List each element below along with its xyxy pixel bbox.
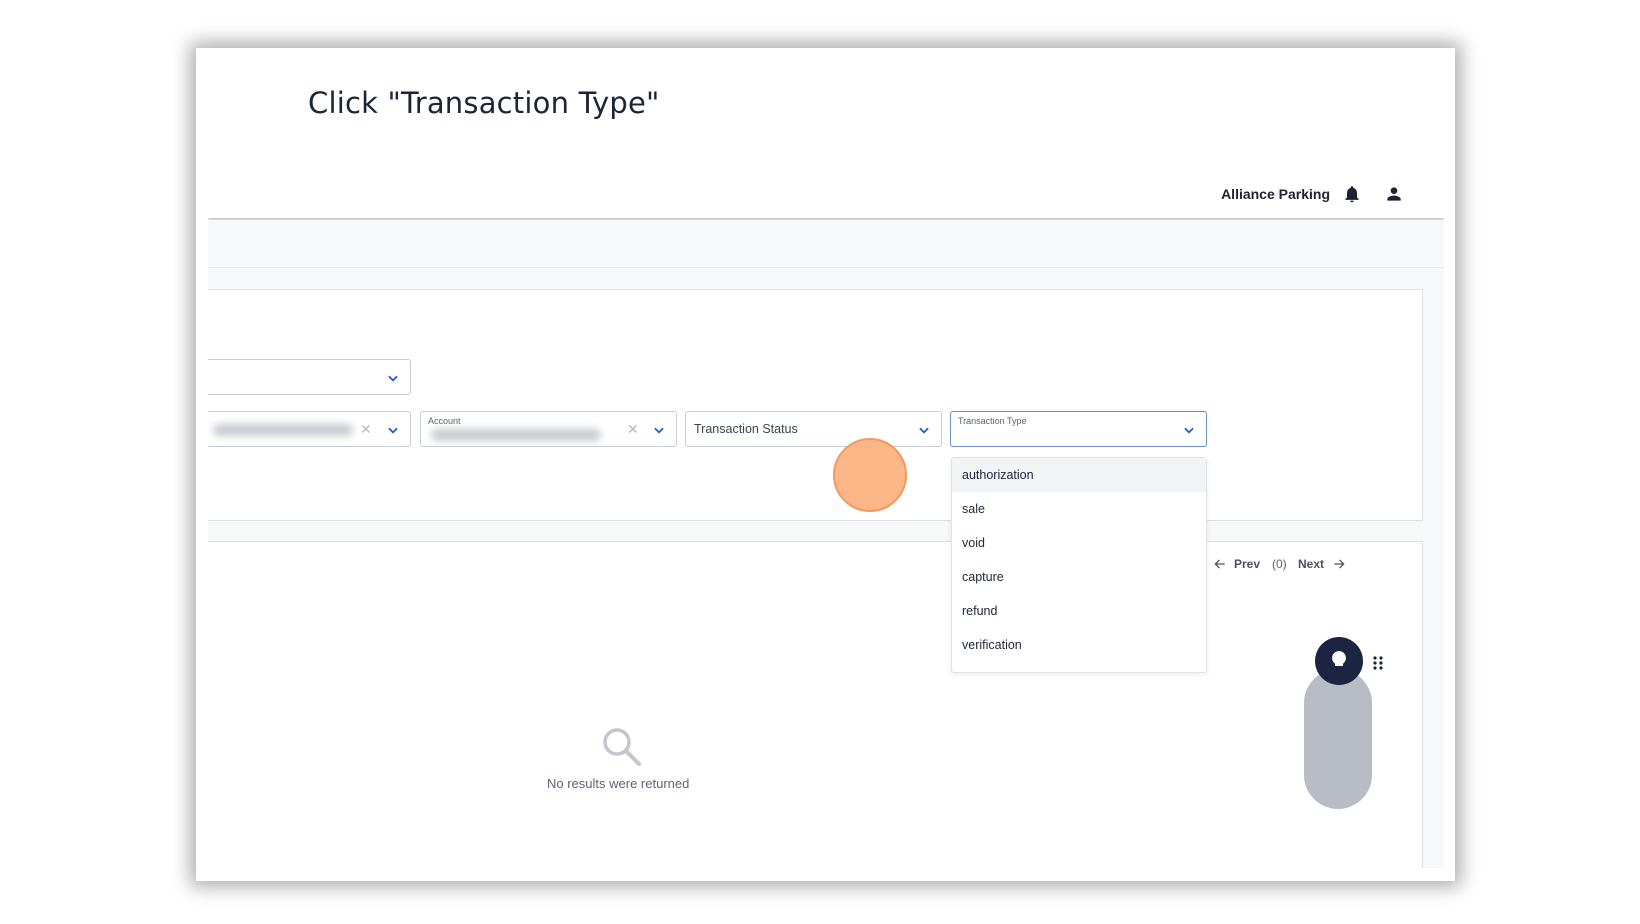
org-name: Alliance Parking xyxy=(1221,186,1330,202)
drag-handle-icon[interactable] xyxy=(1372,656,1384,670)
dropdown-option[interactable]: verification xyxy=(952,628,1206,662)
results-header: Prev (0) Next xyxy=(208,541,1423,587)
empty-message: No results were returned xyxy=(547,776,690,791)
transaction-status-placeholder: Transaction Status xyxy=(694,422,798,436)
dropdown-option[interactable]: refund xyxy=(952,594,1206,628)
arrow-right-icon[interactable] xyxy=(1332,557,1346,571)
top-bar: Alliance Parking xyxy=(208,170,1444,218)
results-panel: No results were returned xyxy=(208,586,1423,868)
prev-button[interactable]: Prev xyxy=(1234,557,1260,571)
filter-select-top[interactable] xyxy=(208,359,411,395)
redacted-value xyxy=(431,429,601,441)
account-label: Account xyxy=(428,416,461,426)
lightbulb-icon xyxy=(1332,651,1346,666)
chevron-down-icon xyxy=(654,427,664,434)
help-button[interactable] xyxy=(1315,637,1363,685)
chevron-down-icon xyxy=(1184,427,1194,434)
bell-icon[interactable] xyxy=(1342,184,1362,204)
redacted-value xyxy=(213,424,353,436)
result-count: (0) xyxy=(1272,557,1287,571)
tutorial-step-card: Click "Transaction Type" Alliance Parkin… xyxy=(196,48,1455,881)
search-icon xyxy=(603,728,641,766)
user-icon[interactable] xyxy=(1384,184,1404,204)
chevron-down-icon xyxy=(919,427,929,434)
merchant-select[interactable]: ✕ xyxy=(208,411,411,447)
sub-header-bar xyxy=(208,220,1444,268)
next-button[interactable]: Next xyxy=(1298,557,1324,571)
dropdown-option[interactable]: sale xyxy=(952,492,1206,526)
app-screenshot: Alliance Parking ✕ Account ✕ Transaction… xyxy=(208,170,1444,868)
filters-panel: ✕ Account ✕ Transaction Status Transacti… xyxy=(208,328,1423,521)
clear-icon[interactable]: ✕ xyxy=(627,421,639,438)
dropdown-option[interactable]: void xyxy=(952,526,1206,560)
transaction-type-select[interactable]: Transaction Type xyxy=(950,411,1207,447)
filters-panel-header xyxy=(208,289,1423,330)
chevron-down-icon xyxy=(388,427,398,434)
click-indicator xyxy=(833,438,907,512)
clear-icon[interactable]: ✕ xyxy=(360,421,372,438)
account-select[interactable]: Account ✕ xyxy=(420,411,677,447)
arrow-left-icon[interactable] xyxy=(1213,557,1227,571)
transaction-status-select[interactable]: Transaction Status xyxy=(685,411,942,447)
transaction-type-label: Transaction Type xyxy=(958,416,1027,426)
dropdown-option[interactable]: capture xyxy=(952,560,1206,594)
dropdown-option[interactable]: authorization xyxy=(952,458,1206,492)
zoom-controls xyxy=(1304,669,1372,809)
step-instruction: Click "Transaction Type" xyxy=(308,86,660,120)
transaction-type-dropdown: authorization sale void capture refund v… xyxy=(951,457,1207,673)
chevron-down-icon xyxy=(388,375,398,382)
